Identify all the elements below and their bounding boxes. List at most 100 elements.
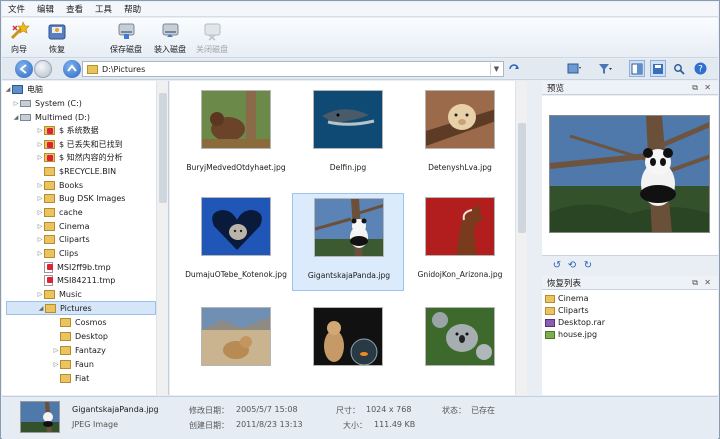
tree-item[interactable]: ▷ Faun <box>52 357 168 371</box>
tree-item[interactable]: ▷ Cliparts <box>36 232 168 246</box>
chevron-right-icon[interactable]: ▷ <box>52 361 60 368</box>
search-button[interactable] <box>671 60 687 77</box>
tree-item[interactable]: ▷ cache <box>36 205 168 219</box>
filter-button[interactable] <box>597 60 613 77</box>
tree-item-selected[interactable]: ◢ Pictures <box>6 301 156 315</box>
chevron-right-icon[interactable]: ▷ <box>36 141 44 148</box>
chevron-right-icon[interactable]: ▷ <box>36 195 44 202</box>
tree-item[interactable]: ▷ System (C:) <box>12 96 167 110</box>
flip-icon[interactable]: ⟲ <box>566 259 578 273</box>
file-thumbnail[interactable]: DumajuOTebe_Kotenok.jpg <box>180 193 292 291</box>
tree-item[interactable]: $RECYCLE.BIN <box>36 164 168 178</box>
tree-item[interactable]: ▷ Music <box>36 287 168 301</box>
file-thumbnail[interactable]: Delfin.jpg <box>292 86 404 184</box>
menu-help[interactable]: 帮助 <box>124 3 141 15</box>
panel-icon <box>631 63 643 74</box>
chevron-down-icon[interactable]: ◢ <box>37 305 45 312</box>
recover-button[interactable]: 恢复 <box>46 20 68 56</box>
help-button[interactable]: ? <box>692 60 708 77</box>
file-thumbnail[interactable] <box>404 303 516 395</box>
tree-scrollbar[interactable] <box>156 81 168 395</box>
tree-item[interactable]: ▷ $ 已丢失和已找到 <box>36 137 168 151</box>
up-button[interactable] <box>63 60 81 78</box>
folder-icon <box>44 234 55 244</box>
preview-toggle-button[interactable] <box>629 60 645 77</box>
undock-icon[interactable]: ⧉ <box>692 83 698 93</box>
tree-item[interactable]: ▷ Fantazy <box>52 343 168 357</box>
chevron-down-icon[interactable]: ◢ <box>12 114 20 121</box>
chevron-right-icon[interactable]: ▷ <box>36 223 44 230</box>
list-item[interactable]: Cliparts <box>545 305 589 316</box>
grid-scrollbar[interactable] <box>515 81 527 395</box>
tree-item[interactable]: ▷ Clips <box>36 246 168 260</box>
back-button[interactable] <box>15 60 33 78</box>
rotate-right-icon[interactable]: ↻ <box>582 259 594 273</box>
chevron-right-icon[interactable]: ▷ <box>36 291 44 298</box>
tree-item[interactable]: ▷ Bug DSK Images <box>36 191 168 205</box>
file-thumbnail[interactable]: GnidojKon_Arizona.jpg <box>404 193 516 291</box>
forward-button[interactable] <box>34 60 52 78</box>
list-item[interactable]: Cinema <box>545 293 589 304</box>
scrollbar-thumb[interactable] <box>159 93 167 203</box>
close-icon[interactable]: ✕ <box>704 278 711 287</box>
tree-item[interactable]: ◢ Multimed (D:) <box>12 110 167 124</box>
save-disk-button[interactable]: 保存磁盘 <box>110 20 142 56</box>
refresh-button[interactable] <box>506 60 522 77</box>
size-label: 大小： <box>343 421 367 430</box>
tree-item[interactable]: Fiat <box>52 371 168 385</box>
folder-icon <box>45 303 56 313</box>
tree-item-label: Fiat <box>75 373 90 383</box>
chevron-right-icon[interactable]: ▷ <box>36 209 44 216</box>
close-disk-button[interactable]: 关闭磁盘 <box>196 20 228 56</box>
tree-item[interactable]: ▷ Books <box>36 178 168 192</box>
tree-item[interactable]: ▷ Cinema <box>36 219 168 233</box>
chevron-right-icon[interactable]: ▷ <box>36 127 44 134</box>
folder-icon <box>44 166 55 176</box>
chevron-right-icon[interactable]: ▷ <box>12 100 20 107</box>
created-value: 2011/8/23 13:13 <box>236 420 303 429</box>
refresh-icon <box>509 63 519 69</box>
list-toggle-button[interactable] <box>650 60 666 77</box>
menu-edit[interactable]: 编辑 <box>37 3 54 15</box>
tree-item-label: Cosmos <box>75 317 107 327</box>
file-thumbnail-selected[interactable]: GigantskajaPanda.jpg <box>292 193 404 291</box>
floppy-icon <box>653 63 663 74</box>
folder-icon <box>44 207 55 217</box>
undock-icon[interactable]: ⧉ <box>692 278 698 288</box>
close-icon[interactable]: ✕ <box>704 83 711 92</box>
chevron-right-icon[interactable]: ▷ <box>52 347 60 354</box>
rotate-left-icon[interactable]: ↺ <box>551 259 563 273</box>
file-thumbnail[interactable]: DetenyshLva.jpg <box>404 86 516 184</box>
load-disk-button[interactable]: 装入磁盘 <box>154 20 186 56</box>
menu-file[interactable]: 文件 <box>8 3 25 15</box>
chevron-down-icon[interactable]: ◢ <box>4 86 12 93</box>
file-thumbnail[interactable] <box>292 303 404 395</box>
scrollbar-thumb[interactable] <box>518 123 526 233</box>
tree-item[interactable]: ▷ $ 系统数据 <box>36 123 168 137</box>
list-item[interactable]: house.jpg <box>545 329 597 340</box>
file-thumbnail[interactable] <box>180 303 292 395</box>
chevron-right-icon[interactable]: ▷ <box>36 250 44 257</box>
tree-item[interactable]: MSI2ff9b.tmp <box>36 260 168 274</box>
menu-view[interactable]: 查看 <box>66 3 83 15</box>
view-mode-button[interactable] <box>566 60 582 77</box>
tree-item[interactable]: Cosmos <box>52 315 168 329</box>
menu-tools[interactable]: 工具 <box>95 3 112 15</box>
tree-item-label: $ 知然内容的分析 <box>59 152 123 162</box>
file-thumbnail[interactable]: BuryjMedvedOtdyhaet.jpg <box>180 86 292 184</box>
address-path: D:\Pictures <box>102 64 146 74</box>
list-item[interactable]: Desktop.rar <box>545 317 605 328</box>
file-icon <box>44 261 53 273</box>
address-bar[interactable]: D:\Pictures ▼ <box>82 61 504 77</box>
tree-item[interactable]: ▷ $ 知然内容的分析 <box>36 150 168 164</box>
tree-item[interactable]: Desktop <box>52 329 168 343</box>
right-pane: 预览 ⧉ ✕ ↺ ⟲ ↻ 恢复列表 ⧉ ✕ Cinema Cliparts De… <box>542 81 718 395</box>
tree-item[interactable]: ◢ 电脑 <box>4 82 159 96</box>
wizard-button[interactable]: 向导 <box>8 20 30 56</box>
chevron-right-icon[interactable]: ▷ <box>36 182 44 189</box>
lion-cub-image <box>425 90 495 149</box>
tree-item[interactable]: MSI84211.tmp <box>36 273 168 287</box>
chevron-right-icon[interactable]: ▷ <box>36 154 44 161</box>
chevron-right-icon[interactable]: ▷ <box>36 236 44 243</box>
chevron-down-icon[interactable]: ▼ <box>490 63 502 75</box>
